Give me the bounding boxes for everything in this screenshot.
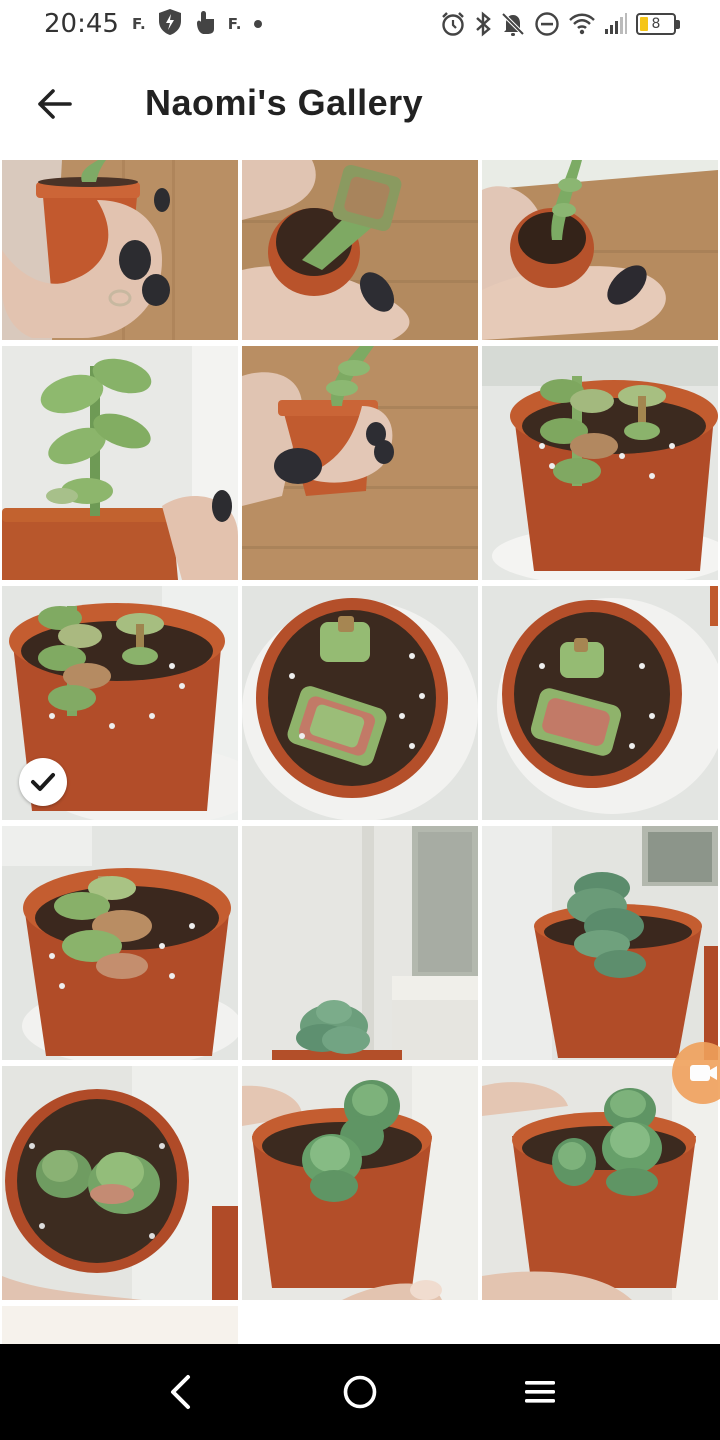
status-time: 20:45 — [44, 9, 119, 39]
f-letter-icon: F. — [132, 15, 146, 33]
nav-home-button[interactable] — [334, 1366, 386, 1418]
photo-thumbnail[interactable] — [482, 826, 718, 1060]
menu-lines-icon — [525, 1381, 555, 1403]
nav-back-button[interactable] — [154, 1366, 206, 1418]
photo-thumbnail[interactable] — [2, 1306, 238, 1344]
photo-thumbnail[interactable] — [482, 346, 718, 580]
photo-thumbnail[interactable] — [242, 160, 478, 340]
photo-thumbnail[interactable] — [242, 586, 478, 820]
do-not-disturb-icon — [534, 11, 560, 37]
photo-thumbnail[interactable] — [2, 346, 238, 580]
nav-recents-button[interactable] — [514, 1366, 566, 1418]
arrow-left-icon — [38, 89, 72, 119]
photo-thumbnail[interactable] — [482, 1066, 718, 1300]
camera-icon — [690, 1065, 717, 1081]
alarm-icon — [440, 11, 466, 37]
back-triangle-icon — [171, 1375, 190, 1409]
check-icon — [31, 773, 55, 791]
status-left-icons: F. F. — [132, 8, 262, 41]
back-button[interactable] — [26, 76, 82, 132]
home-circle-icon — [343, 1375, 377, 1409]
selected-check-badge[interactable] — [19, 758, 67, 806]
page-title: Naomi's Gallery — [145, 82, 424, 123]
battery-icon: 8 — [636, 13, 680, 35]
photo-thumbnail[interactable] — [2, 160, 238, 340]
dot-icon — [253, 20, 262, 28]
shield-bolt-icon — [158, 8, 182, 41]
photo-thumbnail[interactable] — [482, 586, 718, 820]
bluetooth-icon — [474, 11, 492, 37]
battery-level: 8 — [651, 16, 661, 32]
photo-thumbnail[interactable] — [242, 826, 478, 1060]
status-bar: 20:45 F. F. 8 — [0, 0, 720, 48]
photo-grid — [0, 160, 720, 1344]
photo-thumbnail[interactable] — [242, 1066, 478, 1300]
bell-off-icon — [500, 11, 526, 37]
header: Naomi's Gallery — [0, 48, 720, 158]
photo-thumbnail[interactable] — [482, 160, 718, 340]
signal-icon — [604, 12, 628, 36]
f-letter-icon: F. — [227, 15, 242, 33]
status-right-icons: 8 — [440, 8, 680, 40]
photo-thumbnail[interactable] — [2, 826, 238, 1060]
hand-touch-icon — [194, 9, 216, 40]
wifi-icon — [568, 12, 596, 36]
photo-thumbnail[interactable] — [2, 1066, 238, 1300]
photo-thumbnail[interactable] — [242, 346, 478, 580]
system-nav-bar — [0, 1344, 720, 1440]
